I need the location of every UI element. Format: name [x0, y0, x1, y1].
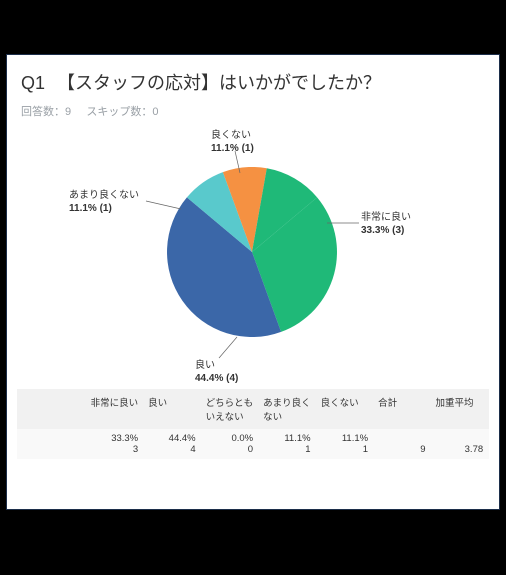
table-header-row: 非常に良い 良い どちらともいえない あまり良くない 良くない 合計 加重平均 — [17, 389, 489, 429]
label-good-name: 良い — [195, 359, 238, 372]
label-bad-name: 良くない — [211, 129, 254, 142]
label-good: 良い 44.4% (4) — [195, 359, 238, 385]
label-not-so-good: あまり良くない 11.1% (1) — [69, 189, 139, 215]
label-good-pct: 44.4% (4) — [195, 372, 238, 385]
table-row: 33.3%3 44.4%4 0.0%0 11.1%1 11.1%1 9 3.78 — [17, 429, 489, 459]
response-summary: 回答数：9 スキップ数：0 — [21, 103, 485, 119]
th-weighted: 加重平均 — [432, 389, 490, 429]
th-total: 合計 — [374, 389, 431, 429]
results-table: 非常に良い 良い どちらともいえない あまり良くない 良くない 合計 加重平均 … — [17, 389, 489, 459]
td-total: 9 — [374, 429, 431, 459]
leader-lines — [7, 123, 497, 383]
th-not-so-good: あまり良くない — [259, 389, 316, 429]
td-good: 44.4%4 — [144, 429, 201, 459]
label-bad: 良くない 11.1% (1) — [211, 129, 254, 155]
td-bad: 11.1%1 — [317, 429, 374, 459]
skips-count: 0 — [152, 106, 158, 118]
th-good: 良い — [144, 389, 201, 429]
td-weighted: 3.78 — [432, 429, 490, 459]
td-very-good: 33.3%3 — [87, 429, 144, 459]
label-not-so-good-pct: 11.1% (1) — [69, 202, 139, 215]
td-neutral: 0.0%0 — [202, 429, 259, 459]
question-title: 【スタッフの応対】はいかがでしたか？ — [57, 69, 381, 95]
pie-chart: 非常に良い 33.3% (3) 良い 44.4% (4) あまり良くない 11.… — [7, 123, 499, 383]
th-very-good: 非常に良い — [87, 389, 144, 429]
responses-count: 9 — [65, 106, 71, 118]
label-not-so-good-name: あまり良くない — [69, 189, 139, 202]
responses-label: 回答数： — [21, 106, 65, 118]
th-blank — [17, 389, 87, 429]
td-not-so-good: 11.1%1 — [259, 429, 316, 459]
td-label — [17, 429, 87, 459]
result-panel: Q1 【スタッフの応対】はいかがでしたか？ 回答数：9 スキップ数：0 — [6, 54, 500, 510]
label-very-good-pct: 33.3% (3) — [361, 224, 411, 237]
label-very-good: 非常に良い 33.3% (3) — [361, 211, 411, 237]
th-bad: 良くない — [317, 389, 374, 429]
question-number: Q1 — [21, 73, 45, 94]
label-bad-pct: 11.1% (1) — [211, 142, 254, 155]
th-neutral: どちらともいえない — [202, 389, 259, 429]
skips-label: スキップ数： — [86, 106, 152, 118]
label-very-good-name: 非常に良い — [361, 211, 411, 224]
question-header: Q1 【スタッフの応対】はいかがでしたか？ 回答数：9 スキップ数：0 — [7, 55, 499, 123]
